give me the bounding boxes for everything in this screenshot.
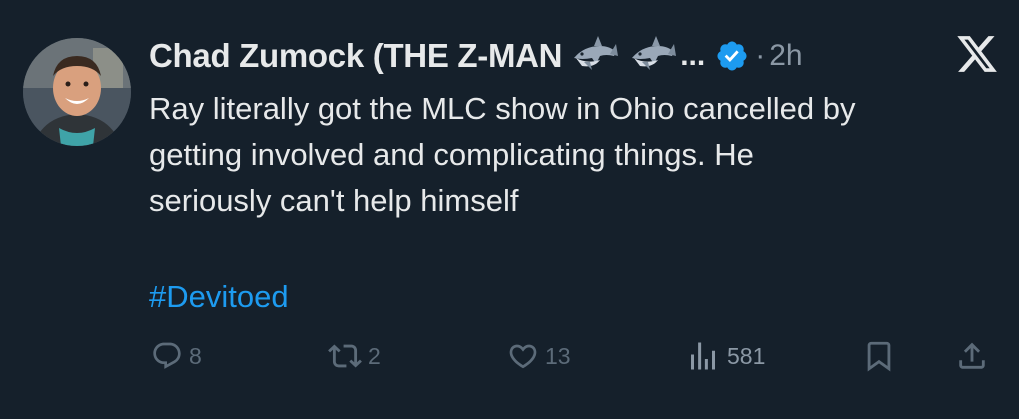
action-bar: 8 2 13 581 (0, 336, 1019, 376)
shark-emoji-icon (628, 34, 678, 78)
tweet-body: Ray literally got the MLC show in Ohio c… (149, 91, 856, 218)
timestamp[interactable]: 2h (769, 39, 802, 73)
hashtag-link[interactable]: #Devitoed (149, 274, 289, 320)
avatar[interactable] (23, 38, 131, 146)
verified-badge-icon (715, 39, 749, 73)
views-count: 581 (727, 342, 766, 369)
reply-icon (151, 340, 183, 372)
bookmark-button[interactable] (862, 336, 896, 376)
shark-emoji-icon (570, 34, 620, 78)
bookmark-icon (862, 339, 896, 373)
tweet-header: Chad Zumock (THE Z-MAN ... · 2h (149, 32, 803, 80)
name-truncation: ... (680, 39, 706, 72)
retweet-count: 2 (368, 342, 381, 369)
avatar-image (23, 38, 131, 146)
separator-dot: · (755, 39, 766, 72)
views-button[interactable]: 581 (685, 336, 765, 376)
reply-count: 8 (189, 342, 202, 369)
like-icon (507, 340, 539, 372)
reply-button[interactable]: 8 (151, 336, 202, 376)
like-button[interactable]: 13 (507, 336, 571, 376)
retweet-icon (328, 339, 362, 373)
views-icon (685, 338, 721, 374)
author-name[interactable]: Chad Zumock (THE Z-MAN (149, 37, 563, 75)
like-count: 13 (545, 342, 571, 369)
share-button[interactable] (955, 336, 989, 376)
retweet-button[interactable]: 2 (328, 336, 381, 376)
share-icon (955, 339, 989, 373)
x-logo-icon (955, 32, 999, 76)
